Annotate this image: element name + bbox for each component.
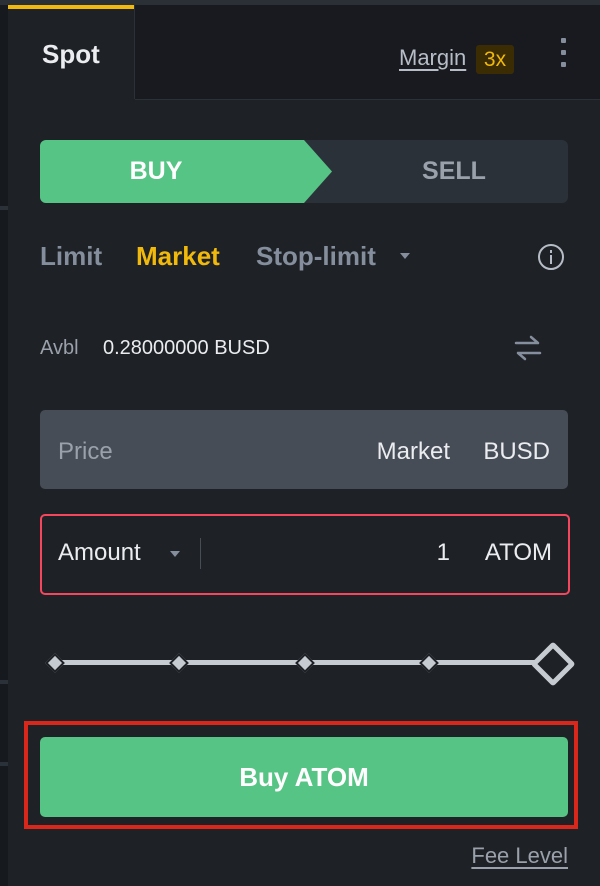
gutter-marker [0, 680, 8, 684]
tab-spot[interactable]: Spot [8, 5, 135, 99]
amount-type-selector[interactable]: Amount [58, 539, 141, 567]
buy-atom-button[interactable]: Buy ATOM [40, 737, 568, 817]
slider-stop-25[interactable] [169, 653, 189, 673]
tab-header: Margin 3x [135, 5, 600, 100]
order-panel: Spot Margin 3x BUY SELL Limit Market Sto… [8, 5, 600, 886]
price-unit: BUSD [483, 438, 550, 465]
more-vertical-icon[interactable] [558, 38, 568, 74]
order-type-limit[interactable]: Limit [40, 241, 102, 272]
amount-input[interactable] [212, 533, 450, 573]
tab-margin[interactable]: Margin [399, 45, 466, 71]
active-tab-indicator [8, 5, 134, 9]
field-divider [200, 538, 201, 569]
chevron-down-icon[interactable] [400, 253, 410, 259]
leverage-badge[interactable]: 3x [476, 45, 514, 74]
left-gutter [0, 0, 8, 886]
chevron-down-icon[interactable] [170, 551, 180, 557]
amount-field: Amount ATOM [40, 514, 570, 595]
tab-spot-label: Spot [42, 39, 100, 69]
fee-level-link[interactable]: Fee Level [471, 843, 568, 869]
amount-unit: ATOM [484, 539, 552, 566]
gutter-marker [0, 206, 8, 210]
buy-toggle-label[interactable]: BUY [40, 140, 272, 203]
side-toggle: BUY SELL [40, 140, 568, 203]
amount-slider[interactable] [40, 641, 576, 687]
price-placeholder: Price [58, 438, 113, 465]
swap-icon[interactable] [513, 333, 543, 363]
slider-stop-75[interactable] [419, 653, 439, 673]
order-type-market[interactable]: Market [136, 241, 220, 272]
gutter-marker [0, 762, 8, 766]
order-type-stop-limit[interactable]: Stop-limit [256, 241, 376, 272]
slider-stop-50[interactable] [295, 653, 315, 673]
price-field: Price Market BUSD [40, 410, 568, 489]
sell-toggle-button[interactable]: SELL [340, 140, 568, 203]
available-balance: 0.28000000 BUSD [103, 337, 270, 359]
price-value: Market [376, 438, 450, 465]
available-label: Avbl [40, 337, 79, 359]
slider-handle[interactable] [530, 641, 576, 687]
info-icon[interactable] [538, 244, 564, 270]
slider-stop-0[interactable] [45, 653, 65, 673]
